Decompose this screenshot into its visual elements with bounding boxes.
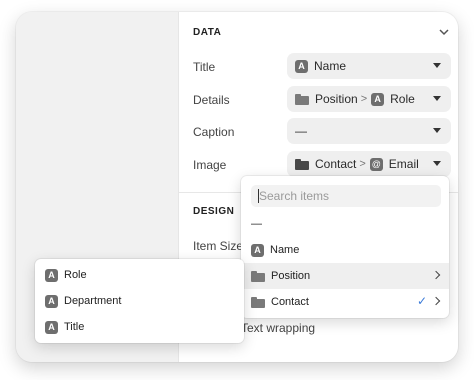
caret-down-icon (433, 63, 441, 68)
chevron-right-icon (431, 296, 441, 306)
text-wrapping-label: Text wrapping (241, 321, 316, 335)
dropdown-item-empty[interactable]: — (241, 211, 449, 237)
submenu-item-label: Role (64, 269, 87, 281)
chevron-down-icon[interactable] (438, 26, 450, 38)
dropdown-item-position[interactable]: Position (241, 263, 449, 289)
dropdown-item-label: Position (271, 270, 311, 282)
submenu-item-label: Department (64, 295, 122, 307)
caption-label: Caption (193, 125, 235, 139)
text-type-icon: A (295, 59, 308, 73)
text-type-icon: A (45, 268, 58, 282)
dropdown-item-label: Contact (271, 296, 309, 308)
text-type-icon: A (45, 320, 58, 334)
item-size-label: Item Size (193, 239, 244, 253)
caret-down-icon (433, 161, 441, 166)
title-label: Title (193, 60, 216, 74)
image-path-child: Email (388, 157, 419, 171)
dropdown-item-name[interactable]: A Name (241, 237, 449, 263)
caption-select-value: — (295, 124, 307, 138)
details-select[interactable]: Position > A Role (287, 86, 451, 112)
folder-icon (295, 93, 309, 105)
caret-down-icon (433, 96, 441, 101)
search-input[interactable] (251, 185, 441, 207)
submenu-item-department[interactable]: A Department (45, 291, 121, 311)
dropdown-item-contact[interactable]: Contact ✓ (241, 289, 449, 315)
design-section-title: DESIGN (193, 206, 235, 217)
folder-icon (295, 158, 309, 170)
title-select-value: Name (314, 59, 347, 73)
caption-select[interactable]: — (287, 118, 451, 144)
email-icon: @ (369, 157, 383, 171)
image-label: Image (193, 158, 227, 172)
text-type-icon: A (45, 294, 58, 308)
path-separator: > (359, 158, 366, 170)
submenu-item-label: Title (64, 321, 85, 333)
submenu-item-role[interactable]: A Role (45, 265, 87, 285)
image-path-parent: Contact (315, 157, 357, 171)
caret-down-icon (433, 128, 441, 133)
data-section-title: DATA (193, 27, 222, 38)
position-submenu: A Role A Department A Title (35, 259, 244, 343)
chevron-right-icon (431, 270, 441, 280)
text-cursor (258, 189, 259, 203)
details-path-child: Role (390, 92, 415, 106)
details-path-parent: Position (315, 92, 358, 106)
folder-icon (251, 296, 265, 308)
dropdown-item-label: Name (270, 244, 300, 256)
details-label: Details (193, 93, 230, 107)
checkmark-icon: ✓ (416, 294, 427, 308)
field-picker-dropdown: — A Name Position Contact ✓ (241, 176, 449, 318)
empty-option-label: — (251, 218, 262, 230)
image-select[interactable]: Contact > @ Email (287, 151, 451, 177)
path-separator: > (360, 93, 368, 105)
submenu-item-title[interactable]: A Title (45, 317, 84, 337)
folder-icon (251, 270, 265, 282)
text-type-icon: A (371, 92, 385, 106)
text-type-icon: A (251, 243, 264, 257)
title-select[interactable]: A Name (287, 53, 451, 79)
